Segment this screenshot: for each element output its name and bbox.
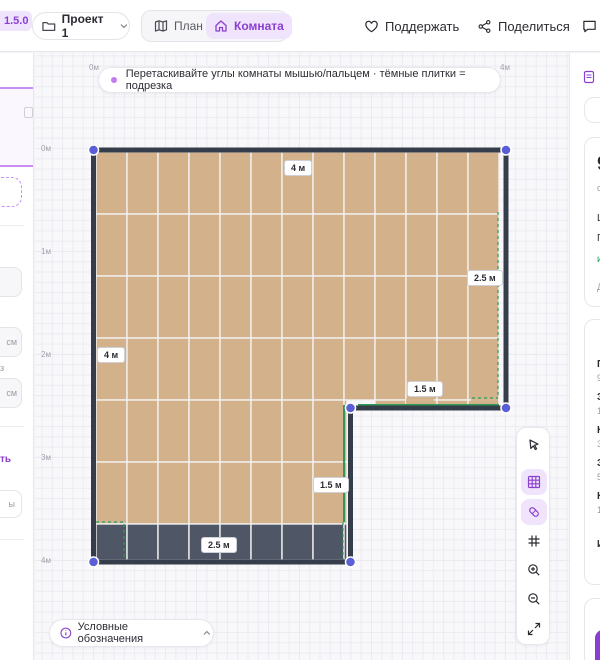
info-icon	[60, 627, 72, 639]
y-axis-label: 2м	[41, 350, 51, 359]
select-icon	[529, 439, 539, 451]
dimension-bottom: 2.5 м	[201, 537, 237, 553]
feedback-button[interactable]	[582, 16, 600, 36]
zoom-out-icon	[528, 593, 540, 605]
dimension-left: 4 м	[97, 347, 126, 363]
primary-action-button[interactable]	[595, 630, 600, 660]
message-icon	[583, 20, 596, 32]
grid-icon	[528, 535, 540, 547]
search-box[interactable]	[584, 97, 600, 123]
project-selector[interactable]: Проект 1	[32, 12, 130, 40]
section-link[interactable]: ть	[0, 454, 11, 465]
y-axis-label: 1м	[41, 247, 51, 256]
dimension-right: 2.5 м	[467, 270, 503, 286]
x-axis-label: 0м	[89, 63, 99, 72]
view-switcher: План Комната	[141, 10, 292, 42]
tiles-icon	[527, 475, 541, 489]
dimension-top: 4 м	[284, 160, 313, 176]
y-axis-label: 3м	[41, 453, 51, 462]
chevron-down-icon	[120, 24, 128, 29]
map-icon	[154, 20, 168, 32]
share-label: Поделиться	[498, 18, 570, 34]
divider	[0, 539, 24, 540]
tab-room-label: Комната	[234, 19, 284, 33]
home-icon	[215, 20, 227, 32]
y-axis-label: 0м	[41, 144, 51, 153]
divider	[0, 426, 24, 427]
legend-toggle[interactable]: Условные обозначения	[49, 619, 214, 647]
grid-toggle[interactable]	[521, 528, 547, 554]
tab-plan-label: План	[174, 19, 203, 33]
paint-tool[interactable]	[521, 499, 547, 525]
dimension-notch-vertical: 1.5 м	[313, 477, 349, 493]
support-button[interactable]: Поддержать	[364, 16, 459, 36]
folder-icon	[42, 21, 56, 32]
heart-icon	[365, 20, 378, 32]
select-tool[interactable]	[521, 432, 547, 458]
paint-icon	[529, 507, 539, 517]
canvas-toolbar	[516, 427, 550, 645]
hint-banner: Перетаскивайте углы комнаты мышью/пальце…	[98, 67, 501, 93]
y-axis-label: 4м	[41, 556, 51, 565]
project-name: Проект 1	[61, 12, 104, 40]
select-field[interactable]	[0, 267, 22, 297]
hint-dot-icon	[111, 77, 117, 83]
dimension-notch-horizontal: 1.5 м	[407, 381, 443, 397]
option-button[interactable]: ы	[0, 490, 22, 518]
height-field[interactable]: см	[0, 378, 22, 408]
fit-icon	[527, 622, 541, 636]
share-button[interactable]: Поделиться	[477, 16, 570, 36]
x-axis-label: 4м	[500, 63, 510, 72]
top-bar: 1.5.0 Проект 1 План Комната Поддержать П…	[0, 0, 600, 52]
fit-view-button[interactable]	[521, 616, 547, 642]
field-label: з	[0, 363, 5, 373]
hint-text: Перетаскивайте углы комнаты мышью/пальце…	[125, 68, 466, 92]
support-label: Поддержать	[385, 18, 460, 34]
tab-room[interactable]: Комната	[206, 13, 292, 39]
version-badge: 1.5.0	[0, 11, 33, 31]
width-field[interactable]: см	[0, 327, 22, 357]
tab-plan[interactable]: План	[146, 13, 211, 39]
chevron-up-icon	[203, 630, 211, 635]
legend-label: Условные обозначения	[77, 621, 144, 645]
add-shape-card[interactable]	[0, 177, 22, 207]
document-icon	[583, 70, 595, 84]
right-panel: 9 с L П и Д П 9 З 1 К 3 З 5 К 1 И	[569, 53, 600, 660]
zoom-in-icon	[528, 564, 540, 576]
left-panel: см з см ть ы	[0, 53, 34, 660]
room-shape-card[interactable]	[0, 87, 33, 167]
zoom-in-button[interactable]	[521, 557, 547, 583]
share-icon	[478, 19, 491, 33]
divider	[0, 225, 24, 226]
trash-icon	[24, 107, 33, 118]
zoom-out-button[interactable]	[521, 586, 547, 612]
tiles-tool[interactable]	[521, 469, 547, 495]
